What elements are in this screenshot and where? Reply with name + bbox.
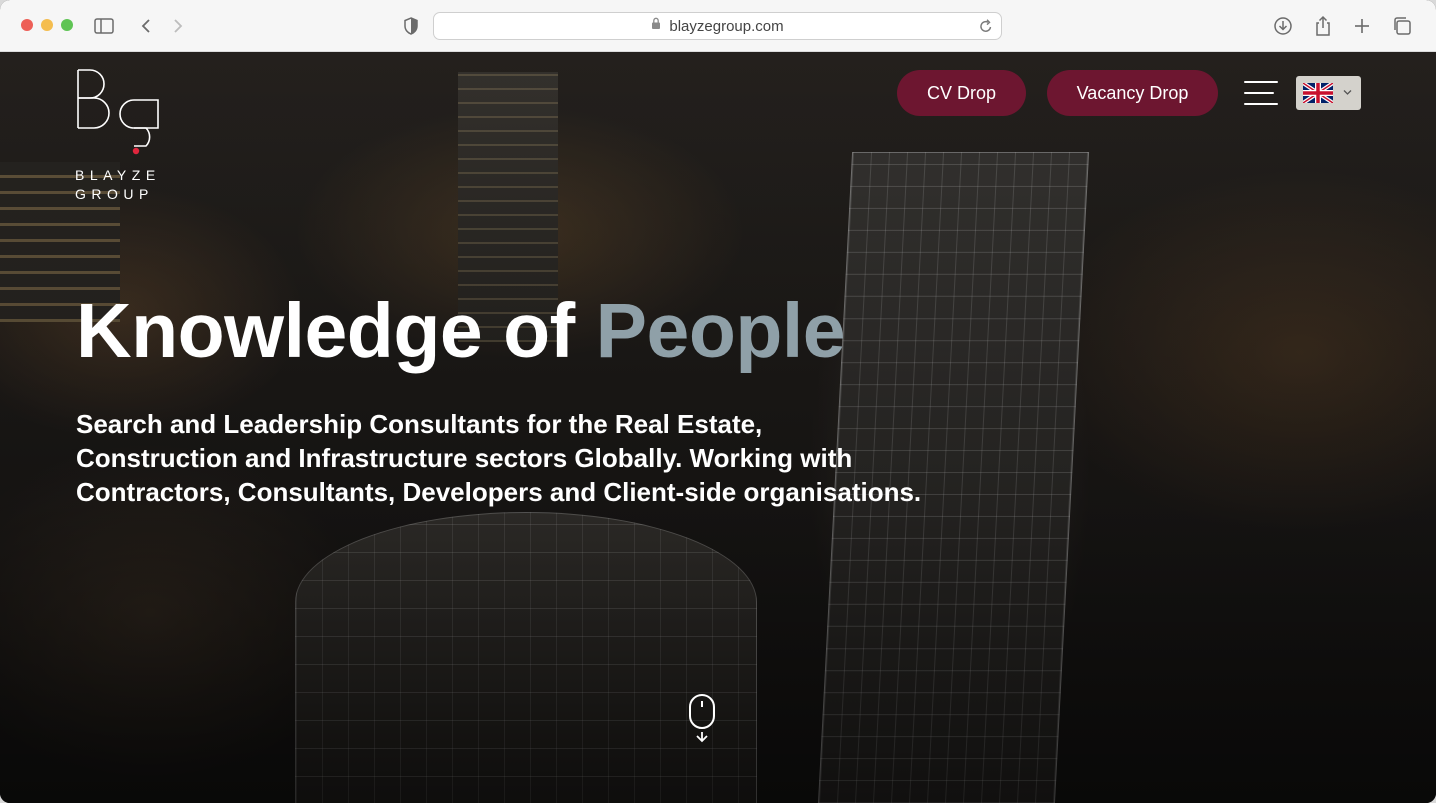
headline-text: Knowledge of <box>76 288 596 374</box>
logo-text-blayze: BLAYZE <box>75 167 161 183</box>
browser-window: blayzegroup.com BLAYZE GROUP CV Drop Vac… <box>0 0 1436 803</box>
mouse-scroll-icon <box>689 694 715 743</box>
new-tab-icon[interactable] <box>1350 14 1374 38</box>
logo-text-group: GROUP <box>75 186 154 202</box>
share-icon[interactable] <box>1311 14 1335 38</box>
browser-toolbar: blayzegroup.com <box>0 0 1436 52</box>
hero-headline: Knowledge of People <box>76 293 846 370</box>
uk-flag-icon <box>1303 83 1333 103</box>
hero-description: Search and Leadership Consultants for th… <box>76 409 922 507</box>
chevron-down-icon <box>1343 90 1352 95</box>
headline-accent: People <box>595 288 846 374</box>
blayze-monogram-icon <box>77 69 159 155</box>
url-text: blayzegroup.com <box>669 17 784 35</box>
download-icon[interactable] <box>1271 14 1295 38</box>
sidebar-icon[interactable] <box>92 14 116 38</box>
hamburger-menu-icon[interactable] <box>1244 80 1278 106</box>
cv-drop-button[interactable]: CV Drop <box>897 70 1026 116</box>
forward-icon[interactable] <box>166 14 190 38</box>
minimize-window-button[interactable] <box>41 19 53 31</box>
language-selector[interactable] <box>1296 76 1361 110</box>
close-window-button[interactable] <box>21 19 33 31</box>
vacancy-drop-button[interactable]: Vacancy Drop <box>1047 70 1218 116</box>
site-logo[interactable] <box>76 68 166 204</box>
lock-icon <box>651 17 661 35</box>
shield-icon[interactable] <box>399 14 423 38</box>
reload-icon[interactable] <box>979 18 993 39</box>
zoom-window-button[interactable] <box>61 19 73 31</box>
tabs-overview-icon[interactable] <box>1390 14 1414 38</box>
address-bar[interactable]: blayzegroup.com <box>433 12 1002 40</box>
back-icon[interactable] <box>134 14 158 38</box>
scroll-down-indicator[interactable] <box>688 694 716 744</box>
